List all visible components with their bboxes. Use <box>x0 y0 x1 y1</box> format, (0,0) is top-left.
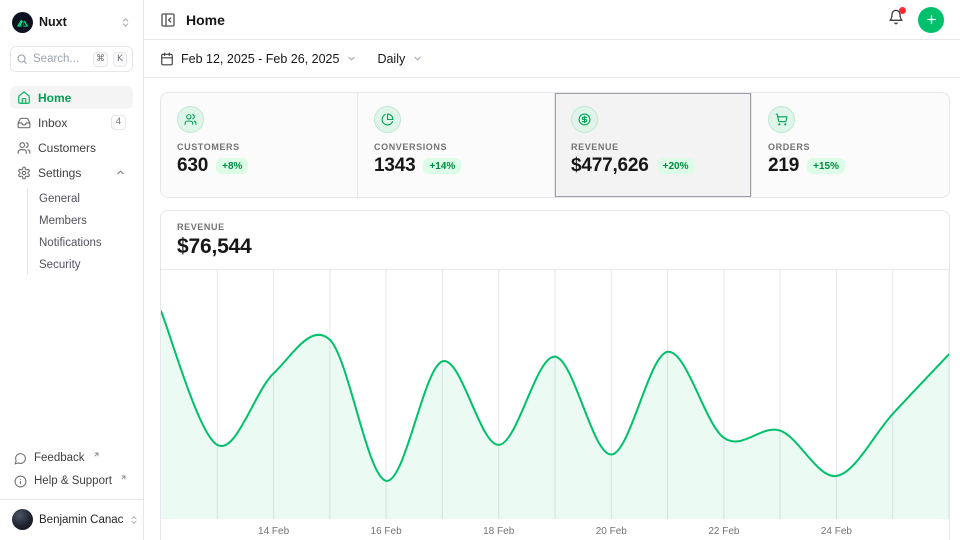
help-support-link[interactable]: Help & Support <box>10 470 133 492</box>
arrow-up-right-icon <box>93 451 100 458</box>
main-area: Home Feb 12, 2025 - Feb 26, 2025 <box>144 0 960 540</box>
house-icon <box>17 91 31 105</box>
sidebar-item-home[interactable]: Home <box>10 86 133 109</box>
svg-text:22 Feb: 22 Feb <box>708 526 740 537</box>
chart-metric-value: $76,544 <box>177 235 933 259</box>
notifications-button[interactable] <box>888 9 904 30</box>
stat-delta-badge: +8% <box>216 158 248 174</box>
team-name: Nuxt <box>39 15 67 29</box>
users-icon <box>17 141 31 155</box>
date-range-picker[interactable]: Feb 12, 2025 - Feb 26, 2025 <box>160 52 357 66</box>
stat-card-orders[interactable]: ORDERS 219 +15% <box>752 93 949 197</box>
svg-text:16 Feb: 16 Feb <box>371 526 403 537</box>
feedback-link[interactable]: Feedback <box>10 447 133 469</box>
stat-label: CUSTOMERS <box>177 142 341 152</box>
kbd-k: K <box>113 52 127 67</box>
plus-icon <box>925 13 938 26</box>
page-title: Home <box>186 12 225 28</box>
revenue-area-chart[interactable]: 14 Feb 16 Feb 18 Feb 20 Feb 22 Feb 24 Feb <box>161 270 949 540</box>
settings-subnav: General Members Notifications Security <box>27 188 133 275</box>
chevron-down-icon <box>346 53 357 64</box>
chevrons-up-down-icon <box>120 17 131 28</box>
stat-value: $477,626 <box>571 155 649 177</box>
panel-left-close-icon[interactable] <box>160 12 176 28</box>
stat-delta-badge: +14% <box>423 158 461 174</box>
chevrons-up-down-icon <box>129 515 139 525</box>
users-icon <box>177 106 204 133</box>
stat-card-conversions[interactable]: CONVERSIONS 1343 +14% <box>358 93 555 197</box>
stat-value: 1343 <box>374 155 415 177</box>
sidebar-item-members[interactable]: Members <box>39 210 133 231</box>
sidebar-item-security[interactable]: Security <box>39 254 133 275</box>
user-name: Benjamin Canac <box>39 514 123 526</box>
sidebar-footer: Feedback Help & Support Benjamin Canac <box>10 447 133 532</box>
search-icon <box>16 53 28 65</box>
inbox-count-badge: 4 <box>111 115 126 129</box>
sidebar-item-notifications[interactable]: Notifications <box>39 232 133 253</box>
footer-link-label: Help & Support <box>34 475 112 487</box>
revenue-chart-card: REVENUE $76,544 14 Feb 16 Feb 18 Feb 20 Feb… <box>160 210 950 540</box>
dollar-circle-icon <box>571 106 598 133</box>
sidebar-item-label: Settings <box>38 166 108 180</box>
granularity-label: Daily <box>377 52 405 66</box>
chevron-up-icon <box>115 167 126 178</box>
stat-value: 219 <box>768 155 799 177</box>
stat-label: REVENUE <box>571 142 735 152</box>
divider <box>0 499 143 500</box>
pie-chart-icon <box>374 106 401 133</box>
sidebar-item-settings[interactable]: Settings <box>10 161 133 184</box>
chevron-down-icon <box>412 53 423 64</box>
stat-card-revenue[interactable]: REVENUE $477,626 +20% <box>555 93 752 197</box>
search-input[interactable]: Search... ⌘ K <box>10 46 133 72</box>
subnav-label: General <box>39 193 80 205</box>
notification-dot <box>899 7 906 14</box>
stat-label: ORDERS <box>768 142 933 152</box>
stat-delta-badge: +15% <box>807 158 845 174</box>
gear-icon <box>17 166 31 180</box>
chart-metric-label: REVENUE <box>177 222 933 232</box>
stat-card-customers[interactable]: CUSTOMERS 630 +8% <box>161 93 358 197</box>
nuxt-logo <box>12 12 33 33</box>
search-placeholder: Search... <box>33 53 88 65</box>
svg-text:24 Feb: 24 Feb <box>821 526 853 537</box>
inbox-icon <box>17 116 31 130</box>
svg-text:20 Feb: 20 Feb <box>596 526 628 537</box>
arrow-up-right-icon <box>120 474 127 481</box>
subnav-label: Notifications <box>39 237 102 249</box>
calendar-icon <box>160 52 174 66</box>
kbd-meta: ⌘ <box>93 52 108 67</box>
content: CUSTOMERS 630 +8% CONVERSIONS 1343 +14% <box>144 78 960 540</box>
sidebar-nav: Home Inbox 4 Customers Settings <box>10 86 133 275</box>
user-menu[interactable]: Benjamin Canac <box>10 501 133 532</box>
avatar <box>12 509 33 530</box>
topbar: Home <box>144 0 960 40</box>
message-bubble-icon <box>14 452 27 465</box>
stats-row: CUSTOMERS 630 +8% CONVERSIONS 1343 +14% <box>160 92 950 198</box>
sidebar-item-general[interactable]: General <box>39 188 133 209</box>
sidebar-item-label: Inbox <box>38 116 104 130</box>
stat-delta-badge: +20% <box>657 158 695 174</box>
granularity-select[interactable]: Daily <box>377 52 423 66</box>
add-button[interactable] <box>918 7 944 33</box>
stat-value: 630 <box>177 155 208 177</box>
sidebar-item-label: Home <box>38 91 126 105</box>
info-circle-icon <box>14 475 27 488</box>
app-window: Nuxt Search... ⌘ K Home <box>0 0 960 540</box>
stat-label: CONVERSIONS <box>374 142 538 152</box>
sidebar-item-customers[interactable]: Customers <box>10 136 133 159</box>
footer-link-label: Feedback <box>34 452 85 464</box>
filter-toolbar: Feb 12, 2025 - Feb 26, 2025 Daily <box>144 40 960 78</box>
shopping-cart-icon <box>768 106 795 133</box>
subnav-label: Security <box>39 259 81 271</box>
date-range-label: Feb 12, 2025 - Feb 26, 2025 <box>181 52 339 66</box>
sidebar: Nuxt Search... ⌘ K Home <box>0 0 144 540</box>
svg-text:14 Feb: 14 Feb <box>258 526 290 537</box>
sidebar-item-label: Customers <box>38 141 126 155</box>
subnav-label: Members <box>39 215 87 227</box>
svg-text:18 Feb: 18 Feb <box>483 526 515 537</box>
chart-header: REVENUE $76,544 <box>161 211 949 270</box>
sidebar-item-inbox[interactable]: Inbox 4 <box>10 111 133 134</box>
team-switcher[interactable]: Nuxt <box>10 10 133 34</box>
